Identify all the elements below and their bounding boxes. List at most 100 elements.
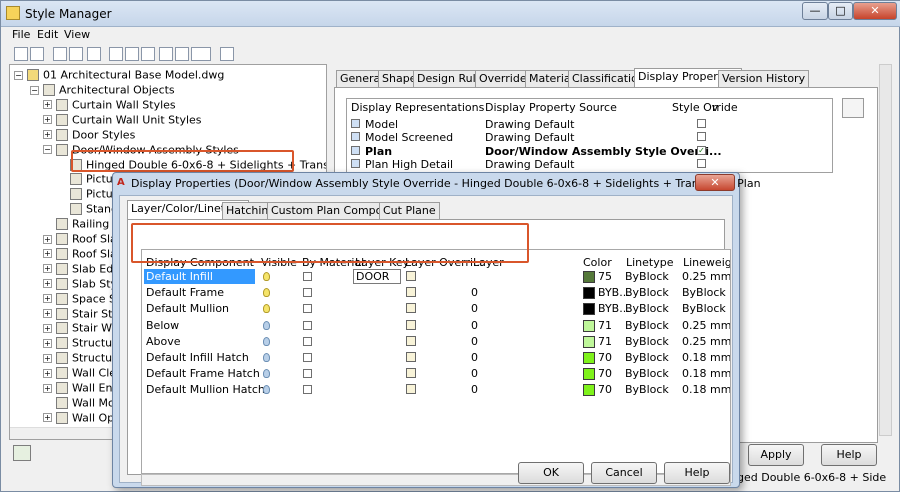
- by-material-checkbox[interactable]: [303, 320, 312, 330]
- display-components-grid[interactable]: Display Component Visible By Material La…: [141, 249, 731, 474]
- color-swatch[interactable]: [583, 303, 595, 316]
- expand-icon[interactable]: +: [43, 279, 52, 289]
- menu-file[interactable]: File: [12, 28, 30, 41]
- expand-icon[interactable]: +: [43, 249, 52, 259]
- expand-icon[interactable]: +: [43, 383, 52, 393]
- dialog-help-button[interactable]: Help: [664, 462, 730, 484]
- by-material-checkbox[interactable]: [303, 272, 312, 281]
- color-swatch[interactable]: [583, 335, 595, 348]
- expand-icon[interactable]: +: [43, 100, 52, 110]
- apply-button[interactable]: Apply: [748, 444, 804, 466]
- display-component-row[interactable]: Default Frame 0 BYB... ByBlock ByBlock: [142, 285, 730, 301]
- tree-item[interactable]: − Architectural Objects: [30, 83, 175, 98]
- color-swatch[interactable]: [583, 271, 595, 283]
- toggle-view-icon[interactable]: [13, 445, 31, 461]
- layer-override-icon[interactable]: [406, 271, 416, 281]
- expand-icon[interactable]: +: [43, 294, 52, 304]
- display-rep-row[interactable]: Model Drawing Default: [351, 118, 831, 131]
- help-button[interactable]: Help: [821, 444, 877, 466]
- collapse-icon[interactable]: −: [43, 145, 52, 155]
- new-icon[interactable]: [14, 47, 28, 61]
- visible-bulb-icon[interactable]: [263, 272, 270, 281]
- expand-icon[interactable]: +: [43, 338, 52, 348]
- layer-override-icon[interactable]: [406, 287, 416, 298]
- expand-icon[interactable]: +: [43, 234, 52, 244]
- layer-key-field[interactable]: DOOR: [353, 269, 401, 284]
- style-override-checkbox[interactable]: [697, 119, 706, 128]
- edit-style-icon[interactable]: [109, 47, 123, 61]
- display-rep-row[interactable]: Plan Door/Window Assembly Style Overri...…: [351, 145, 831, 158]
- expand-icon[interactable]: +: [43, 130, 52, 140]
- color-swatch[interactable]: [583, 368, 595, 381]
- tree-item[interactable]: + Curtain Wall Unit Styles: [43, 113, 202, 128]
- visible-bulb-icon[interactable]: [263, 385, 270, 395]
- expand-icon[interactable]: +: [43, 413, 52, 423]
- by-material-checkbox[interactable]: [303, 353, 312, 362]
- by-material-checkbox[interactable]: [303, 288, 312, 298]
- purge-icon[interactable]: [87, 47, 101, 61]
- visible-bulb-icon[interactable]: [263, 320, 270, 330]
- visible-bulb-icon[interactable]: [263, 369, 270, 379]
- tree-item[interactable]: + Curtain Wall Styles: [43, 98, 176, 113]
- display-component-row[interactable]: Default Mullion Hatch 0 70 ByBlock 0.18 mm: [142, 382, 730, 398]
- expand-icon[interactable]: +: [43, 264, 52, 274]
- copy-icon[interactable]: [53, 47, 67, 61]
- visible-bulb-icon[interactable]: [263, 336, 270, 346]
- layer-override-icon[interactable]: [406, 384, 416, 395]
- display-component-row[interactable]: Below 0 71 ByBlock 0.25 mm: [142, 318, 730, 334]
- minimize-button[interactable]: —: [802, 2, 828, 20]
- paste-icon[interactable]: [69, 47, 83, 61]
- display-representations-list[interactable]: Display Representations Display Property…: [346, 98, 833, 173]
- toggle-view-icon[interactable]: [159, 47, 173, 61]
- by-material-checkbox[interactable]: [303, 304, 312, 314]
- color-swatch[interactable]: [583, 384, 595, 397]
- vertical-scrollbar[interactable]: [879, 64, 892, 436]
- expand-icon[interactable]: +: [43, 323, 52, 333]
- cancel-button[interactable]: Cancel: [591, 462, 657, 484]
- layer-override-icon[interactable]: [406, 319, 416, 330]
- display-component-row[interactable]: Default Mullion 0 BYB... ByBlock ByBlock: [142, 301, 730, 317]
- visible-bulb-icon[interactable]: [263, 304, 270, 314]
- visible-bulb-icon[interactable]: [263, 288, 270, 298]
- by-material-checkbox[interactable]: [303, 385, 312, 395]
- display-rep-row[interactable]: Model Screened Drawing Default: [351, 131, 831, 144]
- tree-item[interactable]: + Door Styles: [43, 128, 135, 143]
- display-component-row[interactable]: Above 0 71 ByBlock 0.25 mm: [142, 334, 730, 350]
- open-icon[interactable]: [30, 47, 44, 61]
- tab-cut-plane[interactable]: Cut Plane: [379, 202, 440, 219]
- style-override-checkbox[interactable]: ✓: [697, 145, 706, 155]
- expand-icon[interactable]: +: [43, 309, 52, 318]
- color-swatch[interactable]: [583, 352, 595, 364]
- dialog-close-button[interactable]: ✕: [695, 174, 735, 191]
- tree-root[interactable]: −01 Architectural Base Model.dwg: [14, 68, 224, 83]
- display-component-row[interactable]: Default Infill DOOR 75 ByBlock 0.25 mm: [142, 269, 730, 285]
- expand-icon[interactable]: +: [43, 353, 52, 363]
- display-component-row[interactable]: Default Frame Hatch 0 70 ByBlock 0.18 mm: [142, 366, 730, 382]
- menu-view[interactable]: View: [64, 28, 90, 41]
- color-swatch[interactable]: [583, 287, 595, 300]
- ok-button[interactable]: OK: [518, 462, 584, 484]
- compare-icon[interactable]: [141, 47, 155, 61]
- expand-icon[interactable]: +: [43, 368, 52, 378]
- display-component-row[interactable]: Default Infill Hatch 0 70 ByBlock 0.18 mm: [142, 350, 730, 366]
- close-button[interactable]: ✕: [853, 2, 897, 20]
- tab-version-history[interactable]: Version History: [718, 70, 810, 87]
- style-override-checkbox[interactable]: [697, 159, 706, 169]
- style-override-checkbox[interactable]: [697, 132, 706, 142]
- color-swatch[interactable]: [583, 319, 595, 332]
- layer-override-icon[interactable]: [406, 368, 416, 379]
- by-material-checkbox[interactable]: [303, 369, 312, 379]
- collapse-icon[interactable]: −: [14, 70, 23, 80]
- maximize-button[interactable]: □: [828, 2, 853, 20]
- inventory-icon[interactable]: [220, 47, 234, 61]
- filter-icon[interactable]: [175, 47, 189, 61]
- display-rep-row[interactable]: Plan High Detail Drawing Default: [351, 158, 831, 171]
- display-properties-icon[interactable]: [842, 98, 864, 118]
- collapse-icon[interactable]: −: [30, 85, 39, 95]
- expand-icon[interactable]: +: [43, 115, 52, 125]
- layer-override-icon[interactable]: [406, 352, 416, 362]
- layer-override-icon[interactable]: [406, 335, 416, 346]
- visible-bulb-icon[interactable]: [263, 353, 270, 362]
- by-material-checkbox[interactable]: [303, 336, 312, 346]
- view-dropdown-icon[interactable]: [191, 47, 211, 61]
